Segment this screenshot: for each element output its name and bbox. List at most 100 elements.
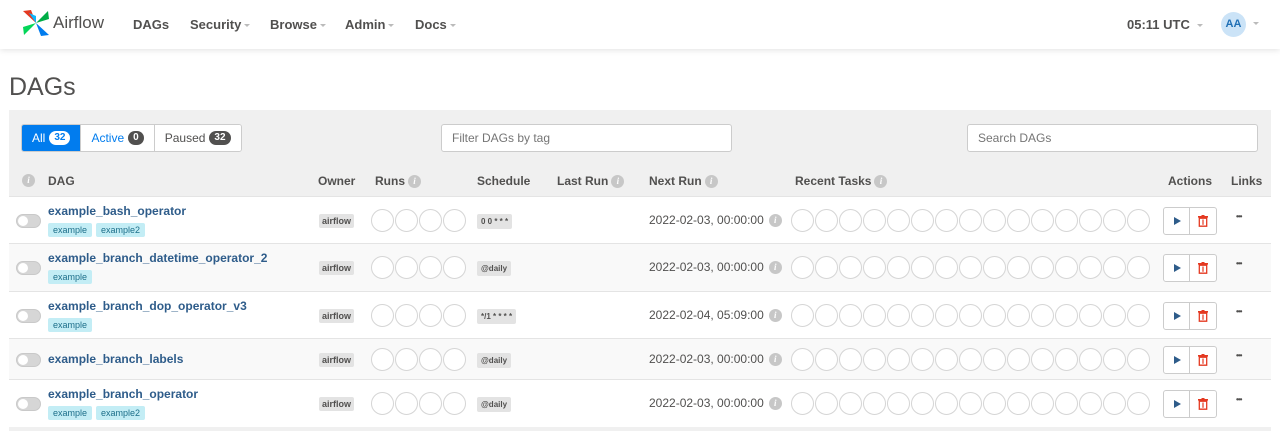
owner-badge[interactable]: airflow xyxy=(319,261,355,275)
header-dag[interactable]: DAG xyxy=(48,174,75,188)
filter-all-button[interactable]: All 32 xyxy=(22,125,82,151)
run-state-circle[interactable] xyxy=(371,348,394,371)
nav-admin[interactable]: Admin xyxy=(345,17,395,32)
info-icon[interactable]: i xyxy=(768,353,782,367)
task-state-circle[interactable] xyxy=(815,348,838,371)
task-state-circle[interactable] xyxy=(815,209,838,232)
info-icon[interactable]: i xyxy=(768,309,782,323)
task-state-circle[interactable] xyxy=(1007,348,1030,371)
task-state-circle[interactable] xyxy=(1055,256,1078,279)
task-state-circle[interactable] xyxy=(1103,392,1126,415)
run-state-circle[interactable] xyxy=(371,256,394,279)
dag-tag[interactable]: example xyxy=(48,223,93,237)
nav-dags[interactable]: DAGs xyxy=(133,17,169,32)
task-state-circle[interactable] xyxy=(911,304,934,327)
task-state-circle[interactable] xyxy=(815,392,838,415)
task-state-circle[interactable] xyxy=(863,209,886,232)
trigger-dag-button[interactable] xyxy=(1164,208,1190,234)
task-state-circle[interactable] xyxy=(1127,392,1150,415)
links-menu-ellipsis-icon[interactable]: ••• xyxy=(1236,212,1242,221)
header-owner[interactable]: Owner xyxy=(318,174,355,188)
clock-dropdown[interactable]: 05:11 UTC xyxy=(1127,17,1203,32)
nav-security[interactable]: Security xyxy=(190,17,251,32)
dag-tag[interactable]: example2 xyxy=(96,406,146,420)
pause-toggle[interactable] xyxy=(16,261,41,275)
task-state-circle[interactable] xyxy=(887,392,910,415)
links-menu-ellipsis-icon[interactable]: ••• xyxy=(1236,307,1242,316)
task-state-circle[interactable] xyxy=(1031,256,1054,279)
task-state-circle[interactable] xyxy=(959,256,982,279)
trigger-dag-button[interactable] xyxy=(1164,347,1190,373)
run-state-circle[interactable] xyxy=(443,392,466,415)
schedule-badge[interactable]: */1 * * * * xyxy=(477,309,517,324)
nav-docs[interactable]: Docs xyxy=(415,17,456,32)
task-state-circle[interactable] xyxy=(959,392,982,415)
info-icon[interactable]: i xyxy=(22,174,35,187)
info-icon[interactable]: i xyxy=(704,175,718,189)
info-icon[interactable]: i xyxy=(768,261,782,275)
task-state-circle[interactable] xyxy=(1103,304,1126,327)
task-state-circle[interactable] xyxy=(1031,304,1054,327)
delete-dag-button[interactable] xyxy=(1190,303,1216,329)
task-state-circle[interactable] xyxy=(1007,209,1030,232)
task-state-circle[interactable] xyxy=(959,348,982,371)
task-state-circle[interactable] xyxy=(863,256,886,279)
run-state-circle[interactable] xyxy=(395,348,418,371)
run-state-circle[interactable] xyxy=(371,209,394,232)
task-state-circle[interactable] xyxy=(1103,348,1126,371)
task-state-circle[interactable] xyxy=(1127,256,1150,279)
task-state-circle[interactable] xyxy=(863,304,886,327)
task-state-circle[interactable] xyxy=(1007,392,1030,415)
task-state-circle[interactable] xyxy=(791,392,814,415)
dag-tag[interactable]: example xyxy=(48,406,93,420)
task-state-circle[interactable] xyxy=(1055,348,1078,371)
task-state-circle[interactable] xyxy=(839,304,862,327)
task-state-circle[interactable] xyxy=(863,348,886,371)
dag-name-link[interactable]: example_branch_dop_operator_v3 xyxy=(48,299,247,313)
header-last-run[interactable]: Last Run i xyxy=(557,174,625,189)
task-state-circle[interactable] xyxy=(1055,392,1078,415)
task-state-circle[interactable] xyxy=(791,348,814,371)
delete-dag-button[interactable] xyxy=(1190,347,1216,373)
task-state-circle[interactable] xyxy=(935,209,958,232)
task-state-circle[interactable] xyxy=(935,392,958,415)
run-state-circle[interactable] xyxy=(443,348,466,371)
task-state-circle[interactable] xyxy=(911,392,934,415)
task-state-circle[interactable] xyxy=(983,209,1006,232)
task-state-circle[interactable] xyxy=(1079,304,1102,327)
delete-dag-button[interactable] xyxy=(1190,255,1216,281)
task-state-circle[interactable] xyxy=(1079,392,1102,415)
run-state-circle[interactable] xyxy=(395,209,418,232)
pause-toggle[interactable] xyxy=(16,353,41,367)
task-state-circle[interactable] xyxy=(1055,209,1078,232)
task-state-circle[interactable] xyxy=(863,392,886,415)
run-state-circle[interactable] xyxy=(419,256,442,279)
header-schedule[interactable]: Schedule xyxy=(477,174,530,188)
run-state-circle[interactable] xyxy=(419,348,442,371)
owner-badge[interactable]: airflow xyxy=(319,353,355,367)
brand-name[interactable]: Airflow xyxy=(53,13,104,33)
airflow-logo[interactable] xyxy=(21,8,51,38)
schedule-badge[interactable]: 0 0 * * * xyxy=(477,214,513,229)
pause-toggle[interactable] xyxy=(16,309,41,323)
task-state-circle[interactable] xyxy=(1007,304,1030,327)
links-menu-ellipsis-icon[interactable]: ••• xyxy=(1236,351,1242,360)
schedule-badge[interactable]: @daily xyxy=(477,261,512,276)
task-state-circle[interactable] xyxy=(839,348,862,371)
task-state-circle[interactable] xyxy=(1007,256,1030,279)
task-state-circle[interactable] xyxy=(839,256,862,279)
task-state-circle[interactable] xyxy=(1127,348,1150,371)
task-state-circle[interactable] xyxy=(1031,392,1054,415)
task-state-circle[interactable] xyxy=(1079,256,1102,279)
run-state-circle[interactable] xyxy=(443,256,466,279)
task-state-circle[interactable] xyxy=(815,256,838,279)
task-state-circle[interactable] xyxy=(935,256,958,279)
task-state-circle[interactable] xyxy=(1127,209,1150,232)
trigger-dag-button[interactable] xyxy=(1164,391,1190,417)
task-state-circle[interactable] xyxy=(815,304,838,327)
task-state-circle[interactable] xyxy=(935,348,958,371)
info-icon[interactable]: i xyxy=(408,175,421,189)
trigger-dag-button[interactable] xyxy=(1164,303,1190,329)
tag-filter-input[interactable] xyxy=(441,124,732,152)
task-state-circle[interactable] xyxy=(1055,304,1078,327)
